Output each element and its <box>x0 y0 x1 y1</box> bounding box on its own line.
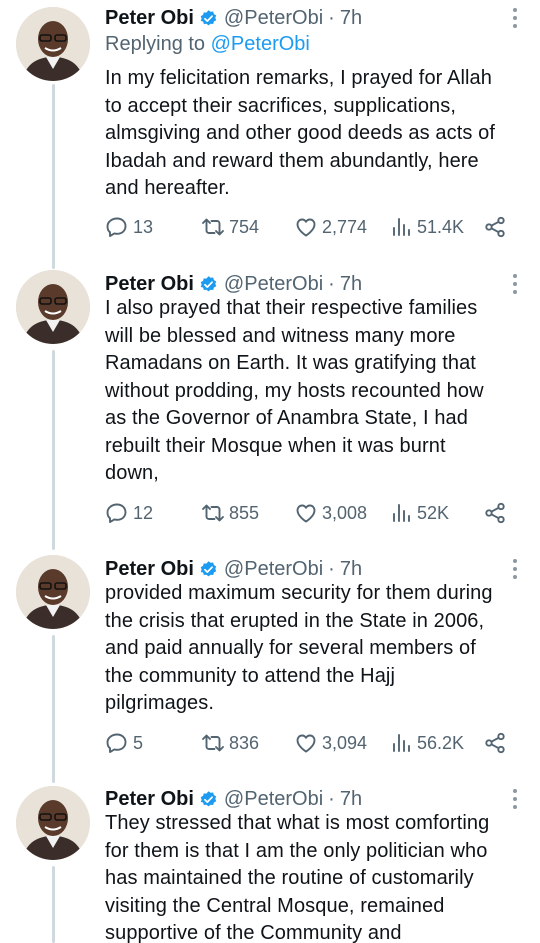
reply-button[interactable]: 12 <box>105 499 153 527</box>
author-name[interactable]: Peter Obi <box>105 273 194 296</box>
reply-button[interactable]: 5 <box>105 729 143 757</box>
share-icon <box>485 216 505 238</box>
timestamp[interactable]: 7h <box>340 558 362 581</box>
share-button[interactable] <box>483 213 511 241</box>
like-button[interactable]: 2,774 <box>294 213 367 241</box>
tweet[interactable]: Peter Obi @PeterObi · 7h Replying to @Pe… <box>0 2 540 252</box>
separator-dot: · <box>328 787 335 810</box>
tweet-actions: 13 754 2,774 51.4K <box>105 213 515 241</box>
views-icon <box>393 734 410 752</box>
verified-badge-icon <box>199 560 218 579</box>
reply-count: 12 <box>133 502 154 523</box>
retweet-count: 855 <box>229 502 260 523</box>
retweet-count: 754 <box>229 216 260 237</box>
tweet-actions: 5 836 3,094 56.2K <box>105 729 515 757</box>
tweet-header: Peter Obi @PeterObi · 7h <box>105 2 362 34</box>
separator-dot: · <box>328 557 335 580</box>
retweet-icon <box>202 218 224 236</box>
author-handle[interactable]: @PeterObi <box>224 788 323 811</box>
avatar[interactable] <box>16 555 90 629</box>
replying-to: Replying to @PeterObi <box>105 33 310 56</box>
tweet[interactable]: Peter Obi @PeterObi · 7h I also prayed t… <box>0 268 540 543</box>
more-icon[interactable] <box>512 559 518 579</box>
avatar-portrait-icon <box>16 555 90 629</box>
more-icon[interactable] <box>512 789 518 809</box>
views-count: 52K <box>417 502 450 523</box>
reply-icon <box>106 217 127 237</box>
separator-dot: · <box>328 272 335 295</box>
more-icon[interactable] <box>512 8 518 28</box>
avatar-portrait-icon <box>16 270 90 344</box>
retweet-icon <box>202 504 224 522</box>
share-icon <box>485 502 505 524</box>
views-icon <box>393 218 410 236</box>
views-count: 56.2K <box>417 732 465 753</box>
separator-dot: · <box>328 6 335 29</box>
reply-icon <box>106 503 127 523</box>
share-button[interactable] <box>483 729 511 757</box>
reply-count: 5 <box>133 732 144 753</box>
reply-button[interactable]: 13 <box>105 213 153 241</box>
timestamp[interactable]: 7h <box>340 7 362 30</box>
timestamp[interactable]: 7h <box>340 788 362 811</box>
more-icon[interactable] <box>512 274 518 294</box>
like-count: 2,774 <box>322 216 368 237</box>
tweet-text: They stressed that what is most comforti… <box>105 812 490 943</box>
heart-icon <box>296 734 316 753</box>
reply-count: 13 <box>133 216 154 237</box>
author-handle[interactable]: @PeterObi <box>224 558 323 581</box>
verified-badge-icon <box>199 275 218 294</box>
replying-to-mention[interactable]: @PeterObi <box>211 33 310 55</box>
like-button[interactable]: 3,008 <box>294 499 367 527</box>
tweet-text: provided maximum security for them durin… <box>105 582 493 714</box>
retweet-button[interactable]: 855 <box>201 499 259 527</box>
share-button[interactable] <box>483 499 511 527</box>
tweet-text: In my felicitation remarks, I prayed for… <box>105 67 496 199</box>
timestamp[interactable]: 7h <box>340 273 362 296</box>
views-icon <box>393 504 410 522</box>
share-icon <box>485 732 505 754</box>
verified-badge-icon <box>199 790 218 809</box>
retweet-count: 836 <box>229 732 260 753</box>
views-button[interactable]: 56.2K <box>389 729 464 757</box>
avatar[interactable] <box>16 7 90 81</box>
verified-badge-icon <box>199 9 218 28</box>
author-name[interactable]: Peter Obi <box>105 7 194 30</box>
heart-icon <box>296 218 316 237</box>
author-name[interactable]: Peter Obi <box>105 558 194 581</box>
avatar-portrait-icon <box>16 7 90 81</box>
tweet[interactable]: Peter Obi @PeterObi · 7h They stressed t… <box>0 783 540 943</box>
tweet[interactable]: Peter Obi @PeterObi · 7h provided maximu… <box>0 553 540 773</box>
views-count: 51.4K <box>417 216 465 237</box>
views-button[interactable]: 52K <box>389 499 449 527</box>
author-handle[interactable]: @PeterObi <box>224 273 323 296</box>
author-name[interactable]: Peter Obi <box>105 788 194 811</box>
tweet-text: I also prayed that their respective fami… <box>105 297 484 484</box>
views-button[interactable]: 51.4K <box>389 213 464 241</box>
like-button[interactable]: 3,094 <box>294 729 367 757</box>
retweet-icon <box>202 734 224 752</box>
like-count: 3,094 <box>322 732 368 753</box>
retweet-button[interactable]: 836 <box>201 729 259 757</box>
like-count: 3,008 <box>322 502 368 523</box>
retweet-button[interactable]: 754 <box>201 213 259 241</box>
avatar-portrait-icon <box>16 786 90 860</box>
replying-to-label: Replying to <box>105 33 211 55</box>
tweet-actions: 12 855 3,008 52K <box>105 499 515 527</box>
reply-icon <box>106 733 127 753</box>
avatar[interactable] <box>16 270 90 344</box>
author-handle[interactable]: @PeterObi <box>224 7 323 30</box>
heart-icon <box>296 504 316 523</box>
avatar[interactable] <box>16 786 90 860</box>
